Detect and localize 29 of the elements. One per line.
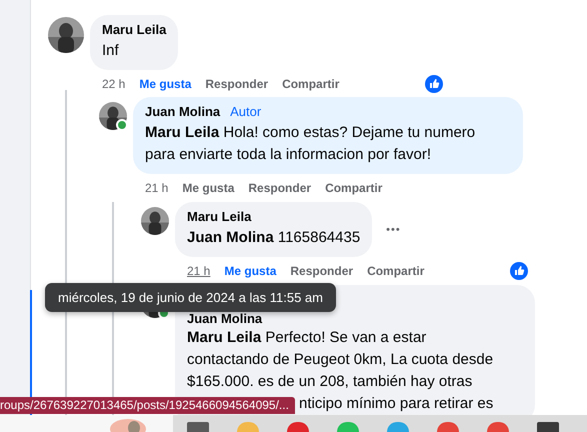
date-tooltip: miércoles, 19 de junio de 2024 a las 11:55 am <box>45 283 336 312</box>
app-icon[interactable] <box>387 422 409 432</box>
comment-action[interactable]: Compartir <box>367 263 424 279</box>
author-name[interactable]: Maru Leila <box>187 209 252 225</box>
author-name[interactable]: Juan Molina <box>187 311 262 327</box>
author-name[interactable]: Juan Molina <box>145 104 220 120</box>
timestamp-link[interactable]: 22 h <box>102 76 126 92</box>
author-role-label: Autor <box>230 104 262 120</box>
comment-action[interactable]: Responder <box>290 263 354 279</box>
timestamp-link[interactable]: 21 h <box>145 180 168 196</box>
comment-action[interactable]: Responder <box>205 76 268 92</box>
comment-action[interactable]: Me gusta <box>139 76 192 92</box>
comment-text: Inf <box>102 41 120 61</box>
status-url: roups/267639227013465/posts/1925466094564095/... <box>0 397 295 414</box>
app-icon[interactable] <box>487 422 509 432</box>
app-icon[interactable] <box>337 422 359 432</box>
timestamp-link[interactable]: 21 h <box>187 263 210 279</box>
author-name[interactable]: Maru Leila <box>102 22 166 38</box>
comment-action[interactable]: Me gusta <box>182 180 234 196</box>
more-options-button[interactable]: ••• <box>386 224 401 236</box>
comment-action[interactable]: Compartir <box>325 180 382 196</box>
app-icon[interactable] <box>287 422 309 432</box>
comment-action[interactable]: Responder <box>248 180 312 196</box>
comment-action[interactable]: Compartir <box>282 76 340 92</box>
comment-text: Maru Leila Hola! como estas? Dejame tu numero para enviarte toda la informacion por favor! <box>145 123 476 165</box>
comment-action[interactable]: Me gusta <box>224 263 276 279</box>
comment-text: Juan Molina 1165864435 <box>187 228 360 248</box>
comment-text: nticipo mínimo para retirar es <box>299 394 494 414</box>
app-icon[interactable] <box>437 422 459 432</box>
